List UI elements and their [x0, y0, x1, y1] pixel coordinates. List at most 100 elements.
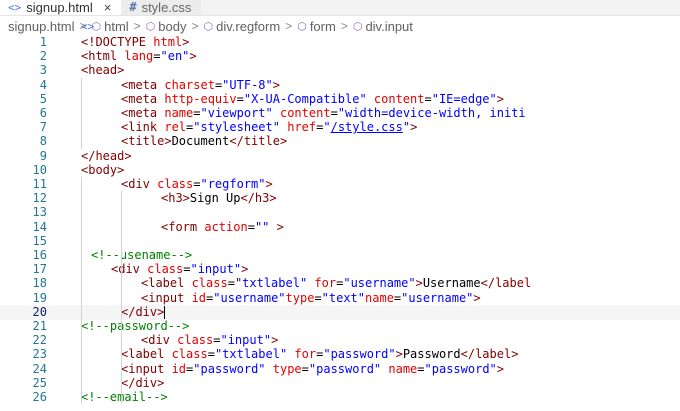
code-line[interactable]: 10 <body>	[0, 163, 680, 178]
code-line[interactable]: 21 <!--password-->	[0, 319, 680, 334]
code-line[interactable]: 2 <html lang="en">	[0, 49, 680, 64]
code-line[interactable]: 3 <head>	[0, 63, 680, 78]
code-token: >	[241, 262, 249, 277]
breadcrumb: <> signup.html > ⬡ html > ⬡ body > ⬡ div.regform > ⬡…	[0, 16, 680, 36]
code-token: /style.css	[330, 120, 403, 135]
code-token: >	[395, 347, 403, 362]
code-line[interactable]: 4 <meta charset="UTF-8">	[0, 78, 680, 93]
code-token: <div	[121, 177, 158, 191]
line-number: 15	[32, 233, 47, 248]
chevron-right-icon: >	[133, 19, 141, 33]
tab-signup-html[interactable]: <> signup.html ×	[0, 0, 122, 15]
code-line[interactable]: 11 <div class="regform">	[0, 177, 680, 192]
code-token: id	[191, 290, 207, 305]
code-text: </head>	[81, 149, 132, 164]
code-line[interactable]: 15	[0, 234, 680, 249]
code-token: <body>	[81, 162, 125, 177]
code-line[interactable]: 26 <!--email-->	[0, 390, 680, 405]
line-number: 14	[32, 219, 47, 234]
code-token: name	[365, 290, 394, 305]
code-token: http-equiv	[164, 91, 237, 106]
code-token: <input	[121, 361, 172, 376]
code-text: <meta name="viewport" content="width=dev…	[121, 106, 526, 121]
code-line[interactable]: 1 <!DOCTYPE html>	[0, 35, 680, 50]
code-line[interactable]: 8 <title>Document</title>	[0, 134, 680, 149]
code-line[interactable]: 7 <link rel="stylesheet" href="/style.css…	[0, 120, 680, 135]
line-number: 8	[39, 134, 47, 149]
code-line[interactable]: 24 <input id="password" type="password" n…	[0, 362, 680, 377]
breadcrumb-item-signup-html[interactable]: <> signup.html	[8, 19, 94, 34]
code-token: >	[271, 333, 279, 348]
code-line[interactable]: 22 <div class="input">	[0, 333, 680, 348]
tab-style-css[interactable]: # style.css	[121, 0, 202, 15]
code-token: </head>	[81, 148, 132, 163]
code-token: >	[415, 276, 423, 291]
code-text: <h3>Sign Up</h3>	[161, 191, 277, 206]
code-line[interactable]: 6 <meta name="viewport" content="width=de…	[0, 106, 680, 121]
code-token: <label	[121, 347, 172, 362]
code-line[interactable]: 16 <!--usename-->	[0, 248, 680, 263]
code-token: "width=device-width, initi	[337, 106, 526, 120]
code-token: <div	[141, 333, 178, 348]
line-number: 19	[32, 290, 47, 305]
line-number: 26	[32, 390, 47, 404]
code-token: "txtlabel"	[214, 347, 288, 362]
indent-guide	[81, 77, 82, 149]
code-token: =	[236, 91, 244, 106]
code-token: =	[330, 106, 338, 120]
breadcrumb-item-body[interactable]: ⬡ body	[146, 19, 187, 34]
code-token: >	[473, 290, 481, 305]
code-token: type	[285, 290, 315, 305]
code-line[interactable]: 9 </head>	[0, 149, 680, 164]
breadcrumb-label: form	[309, 18, 336, 34]
code-token: <link	[121, 120, 165, 135]
code-token: </h3>	[240, 191, 277, 206]
code-line[interactable]: 5 <meta http-equiv="X-UA-Compatible" cont…	[0, 92, 680, 107]
code-line[interactable]: 17 <div class="input">	[0, 262, 680, 277]
code-text: <div class="input">	[141, 333, 278, 348]
code-token: =	[424, 91, 432, 106]
line-number: 22	[32, 333, 47, 348]
code-text: <input id="username"type="text"name="use…	[141, 291, 481, 306]
code-line[interactable]: 25 </div>	[0, 376, 680, 391]
code-line[interactable]: 19 <input id="username"type="text"name="u…	[0, 291, 680, 306]
breadcrumb-item-form[interactable]: ⬡ form	[297, 19, 336, 34]
editor-tab-bar: <> signup.html × # style.css	[0, 0, 680, 16]
code-token: html	[153, 35, 183, 49]
code-token: "viewport"	[200, 106, 273, 120]
code-line[interactable]: 23 <label class="txtlabel" for="password"…	[0, 347, 680, 362]
breadcrumb-item-div-regform[interactable]: ⬡ div.regform	[204, 19, 281, 34]
code-line[interactable]: 13	[0, 205, 680, 220]
code-text: </div>	[121, 305, 166, 320]
code-text: <input id="password" type="password" nam…	[121, 362, 504, 377]
breadcrumb-item-html[interactable]: ⬡ html	[92, 19, 129, 34]
code-token: charset	[164, 77, 215, 92]
code-line[interactable]: 18 <label class="txtlabel" for="username"…	[0, 276, 680, 291]
code-token: href	[287, 120, 317, 135]
code-token: rel	[164, 120, 187, 135]
code-text: <link rel="stylesheet" href="/style.css"…	[121, 120, 417, 135]
code-line[interactable]: 20 </div>	[0, 304, 680, 320]
line-number: 18	[32, 276, 47, 291]
breadcrumb-item-div-input[interactable]: ⬡ div.input	[353, 19, 413, 34]
code-editor[interactable]: 1 <!DOCTYPE html> 2 <html lang="en"> 3 <head>…	[0, 35, 680, 411]
text-cursor	[164, 305, 166, 319]
close-icon[interactable]: ×	[104, 0, 112, 15]
code-token: </label	[480, 276, 532, 291]
indent-guide	[81, 177, 82, 405]
code-token: <meta	[121, 91, 165, 106]
line-number: 3	[39, 63, 47, 78]
code-line[interactable]: 14 <form action="" >	[0, 220, 680, 235]
css-file-icon: #	[129, 0, 137, 14]
code-token: "en"	[160, 49, 190, 64]
code-token: "username"	[343, 276, 416, 291]
code-token: <meta	[121, 77, 165, 92]
element-icon: ⬡	[352, 20, 363, 33]
code-token: "IE=edge"	[431, 91, 497, 106]
code-line[interactable]: 12 <h3>Sign Up</h3>	[0, 191, 680, 206]
code-text: <!--email-->	[81, 390, 168, 405]
tab-label: signup.html	[26, 0, 93, 15]
